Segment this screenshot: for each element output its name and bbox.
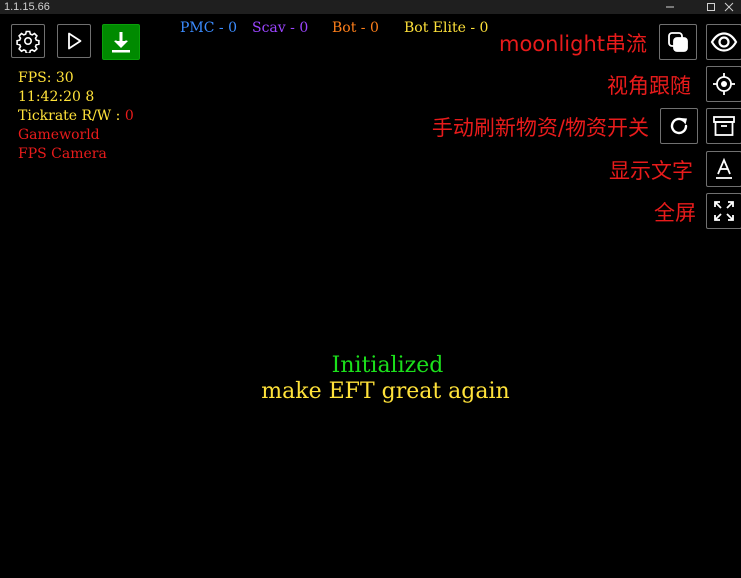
moonlight-stream-button[interactable]: [659, 24, 697, 60]
tickrate-readout: Tickrate R/W : 0: [18, 107, 134, 126]
stats-panel: FPS: 30 11:42:20 8 Tickrate R/W : 0 Game…: [18, 69, 134, 164]
fps-readout: FPS: 30: [18, 70, 74, 86]
view-follow-label: 视角跟随: [607, 74, 691, 98]
tagline: make EFT great again: [261, 379, 510, 404]
status-message: Initialized: [331, 353, 444, 378]
download-icon: [112, 32, 130, 53]
close-icon[interactable]: [717, 0, 741, 14]
camera-status: FPS Camera: [18, 146, 107, 162]
window-copy-icon: [668, 32, 688, 52]
bot-elite-count: Bot Elite - 0: [404, 20, 489, 36]
show-text-button[interactable]: [706, 151, 741, 187]
download-button[interactable]: [102, 24, 140, 60]
fullscreen-button[interactable]: [706, 193, 741, 229]
archive-icon: [713, 116, 735, 136]
text-icon: [716, 157, 732, 179]
refresh-loot-label: 手动刷新物资/物资开关: [431, 116, 649, 140]
refresh-icon: [670, 117, 688, 135]
gameworld-status: Gameworld: [18, 127, 100, 143]
bot-count: Bot - 0: [332, 20, 379, 36]
clock-readout: 11:42:20 8: [18, 89, 95, 105]
gear-icon: [16, 30, 40, 53]
play-button[interactable]: [57, 24, 91, 58]
show-text-label: 显示文字: [609, 159, 693, 183]
settings-button[interactable]: [11, 24, 45, 58]
moonlight-label: moonlight串流: [498, 32, 647, 56]
tickrate-value: 0: [124, 108, 134, 124]
version-label: 1.1.15.66: [4, 1, 50, 13]
view-follow-button[interactable]: [706, 66, 741, 102]
fullscreen-label: 全屏: [654, 201, 696, 225]
scav-count: Scav - 0: [252, 20, 309, 36]
title-bar: 1.1.15.66: [0, 0, 741, 14]
visibility-button[interactable]: [706, 24, 741, 60]
crosshair-icon: [713, 73, 735, 95]
tickrate-label: Tickrate R/W :: [18, 108, 125, 124]
minimize-icon[interactable]: [658, 0, 682, 14]
fullscreen-icon: [714, 201, 734, 221]
play-icon: [68, 32, 82, 50]
refresh-button[interactable]: [660, 108, 698, 144]
loot-toggle-button[interactable]: [706, 108, 741, 144]
pmc-count: PMC - 0: [180, 20, 238, 36]
eye-icon: [710, 32, 738, 52]
